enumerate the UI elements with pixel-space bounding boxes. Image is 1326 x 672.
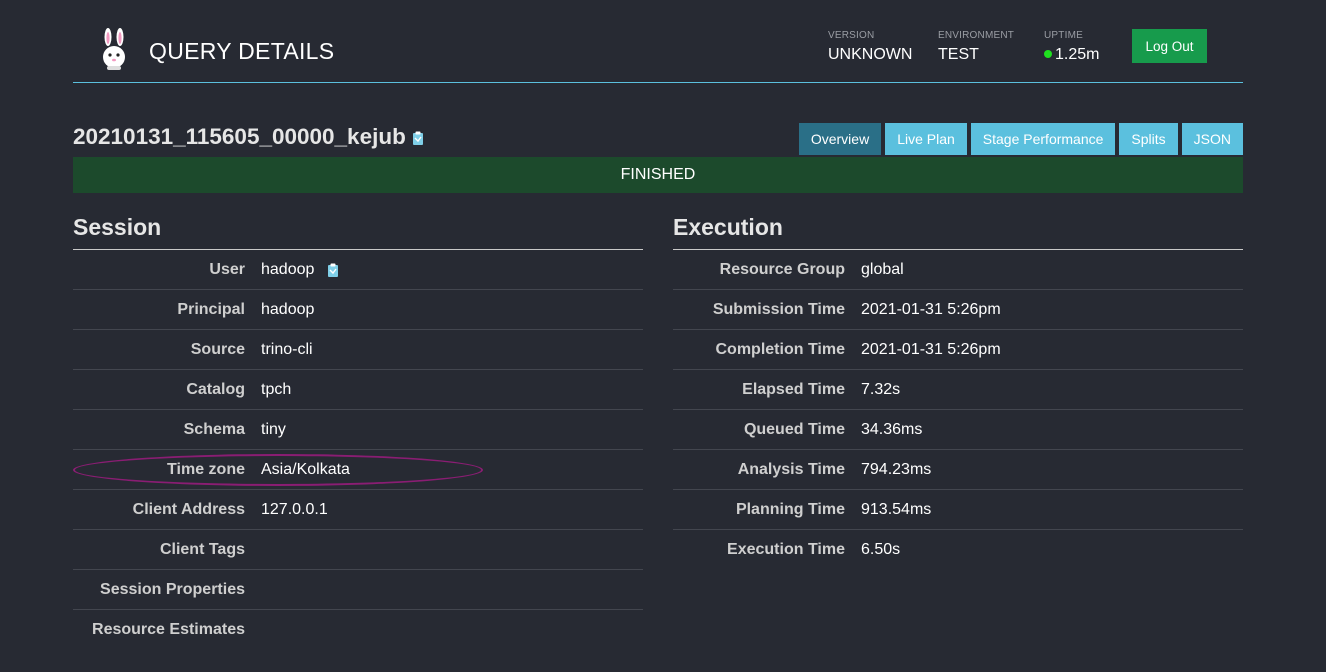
uptime-label: UPTIME	[1044, 30, 1083, 41]
page-title: QUERY DETAILS	[149, 38, 335, 64]
session-label: Source	[190, 340, 245, 358]
session-label: Catalog	[186, 380, 245, 398]
session-row-user: User hadoop	[73, 250, 643, 290]
session-label: Schema	[183, 420, 245, 438]
session-row-client-tags: Client Tags	[73, 530, 643, 570]
execution-title: Execution	[673, 212, 1243, 250]
session-section: Session User hadoop Principal hadoop Sou…	[73, 212, 643, 649]
execution-label: Planning Time	[735, 500, 845, 518]
execution-row-submission-time: Submission Time 2021-01-31 5:26pm	[673, 290, 1243, 330]
version-stat: VERSION UNKNOWN	[828, 30, 912, 64]
execution-label: Resource Group	[719, 260, 845, 278]
execution-label: Elapsed Time	[742, 380, 845, 398]
status-dot-icon	[1044, 50, 1052, 58]
tab-stage-performance[interactable]: Stage Performance	[970, 123, 1116, 155]
session-value: tiny	[261, 420, 286, 438]
execution-row-execution-time: Execution Time 6.50s	[673, 530, 1243, 569]
session-row-session-properties: Session Properties	[73, 570, 643, 610]
query-id: 20210131_115605_00000_kejub	[73, 124, 406, 149]
environment-stat: ENVIRONMENT TEST	[938, 30, 1014, 64]
execution-value: 913.54ms	[861, 500, 932, 518]
execution-label: Execution Time	[727, 540, 845, 558]
session-title: Session	[73, 212, 643, 250]
execution-label: Queued Time	[743, 420, 845, 438]
tab-overview[interactable]: Overview	[798, 123, 882, 155]
session-label: Client Address	[132, 500, 245, 518]
session-row-resource-estimates: Resource Estimates	[73, 610, 643, 649]
execution-value: 2021-01-31 5:26pm	[861, 340, 1001, 358]
tab-live-plan[interactable]: Live Plan	[885, 123, 967, 155]
session-label: Resource Estimates	[92, 620, 245, 638]
execution-row-elapsed-time: Elapsed Time 7.32s	[673, 370, 1243, 410]
session-value: 127.0.0.1	[261, 500, 328, 518]
execution-value: 6.50s	[861, 540, 901, 558]
execution-value: 2021-01-31 5:26pm	[861, 300, 1001, 318]
session-row-schema: Schema tiny	[73, 410, 643, 450]
execution-value: 794.23ms	[861, 460, 932, 478]
tab-splits[interactable]: Splits	[1119, 123, 1178, 155]
execution-section: Execution Resource Group global Submissi…	[673, 212, 1243, 569]
session-row-client-address: Client Address 127.0.0.1	[73, 490, 643, 530]
session-value: Asia/Kolkata	[261, 460, 350, 478]
query-id-row: 20210131_115605_00000_kejub	[73, 124, 424, 150]
environment-value: TEST	[938, 46, 979, 63]
execution-label: Analysis Time	[737, 460, 845, 478]
version-value: UNKNOWN	[828, 46, 913, 63]
session-label: Client Tags	[159, 540, 245, 558]
execution-row-resource-group: Resource Group global	[673, 250, 1243, 290]
bunny-logo-icon[interactable]	[98, 28, 130, 72]
execution-label: Submission Time	[712, 300, 845, 318]
tab-json[interactable]: JSON	[1181, 123, 1243, 155]
execution-row-queued-time: Queued Time 34.36ms	[673, 410, 1243, 450]
session-label: User	[209, 260, 245, 278]
session-value: tpch	[261, 380, 292, 398]
session-row-source: Source trino-cli	[73, 330, 643, 370]
version-label: VERSION	[828, 30, 875, 41]
query-tabs: Overview Live Plan Stage Performance Spl…	[798, 123, 1243, 155]
session-value: hadoop	[261, 260, 315, 278]
uptime-value-row: 1.25m	[1044, 46, 1099, 64]
session-row-time-zone: Time zone Asia/Kolkata	[73, 450, 643, 490]
execution-value: 7.32s	[861, 380, 901, 398]
clipboard-copy-icon[interactable]	[412, 131, 424, 146]
clipboard-copy-icon[interactable]	[327, 263, 339, 277]
session-label: Principal	[177, 300, 245, 318]
execution-row-planning-time: Planning Time 913.54ms	[673, 490, 1243, 530]
session-label: Session Properties	[100, 580, 245, 598]
execution-row-completion-time: Completion Time 2021-01-31 5:26pm	[673, 330, 1243, 370]
session-label: Time zone	[167, 460, 245, 478]
session-value: trino-cli	[261, 340, 313, 358]
query-state-bar: FINISHED	[73, 157, 1243, 193]
session-value-user: hadoop	[261, 261, 339, 279]
environment-label: ENVIRONMENT	[938, 30, 1015, 41]
uptime-value: 1.25m	[1055, 46, 1100, 63]
execution-value: global	[861, 260, 904, 278]
execution-row-analysis-time: Analysis Time 794.23ms	[673, 450, 1243, 490]
session-value: hadoop	[261, 300, 315, 318]
execution-value: 34.36ms	[861, 420, 923, 438]
session-row-catalog: Catalog tpch	[73, 370, 643, 410]
top-header: QUERY DETAILS VERSION UNKNOWN ENVIRONMEN…	[73, 0, 1243, 83]
execution-label: Completion Time	[715, 340, 846, 358]
uptime-stat: UPTIME 1.25m	[1044, 30, 1099, 64]
logout-button[interactable]: Log Out	[1132, 29, 1207, 63]
session-row-principal: Principal hadoop	[73, 290, 643, 330]
